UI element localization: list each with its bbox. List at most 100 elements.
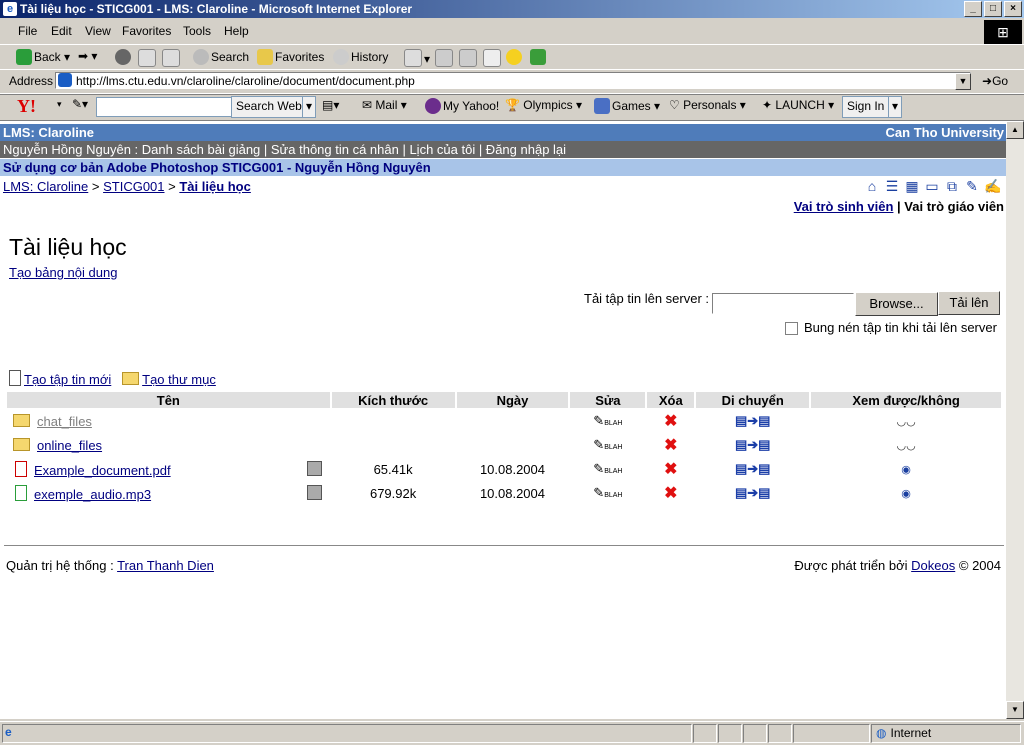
edit-icon[interactable]: ✎BLAH: [570, 458, 645, 480]
lite-icon[interactable]: [530, 49, 548, 65]
breadcrumb-home[interactable]: LMS: Claroline: [3, 179, 88, 194]
yahoo-logo-icon[interactable]: Y!: [17, 96, 36, 117]
column-header-size: Kích thước: [331, 392, 455, 408]
menu-edit[interactable]: Edit: [51, 24, 72, 38]
edit-icon[interactable]: ✎BLAH: [570, 482, 645, 504]
list-icon[interactable]: ☰: [884, 178, 900, 194]
document-name-link[interactable]: online_files: [37, 438, 102, 453]
folder-icon[interactable]: ▭: [924, 178, 940, 194]
launch-button[interactable]: ✦ LAUNCH ▾: [762, 98, 834, 112]
highlight-icon[interactable]: ✎▾: [72, 97, 88, 111]
visibility-hidden-icon[interactable]: ◡◡: [811, 410, 1001, 432]
move-icon[interactable]: ▤➔▤: [696, 482, 809, 504]
address-url: http://lms.ctu.edu.vn/claroline/clarolin…: [76, 74, 415, 88]
toc-link[interactable]: Tạo bảng nội dung: [9, 265, 117, 280]
new-file-link[interactable]: Tạo tập tin mới: [24, 372, 111, 387]
site-name[interactable]: LMS: Claroline: [3, 125, 94, 140]
document-name-link[interactable]: exemple_audio.mp3: [34, 487, 151, 502]
delete-icon[interactable]: ✖: [647, 458, 694, 480]
delete-icon[interactable]: ✖: [647, 410, 694, 432]
document-size: [332, 410, 455, 432]
breadcrumb-current[interactable]: Tài liệu học: [179, 179, 251, 194]
yahoo-search-input[interactable]: [96, 97, 232, 117]
column-header-delete: Xóa: [647, 392, 695, 408]
course-title[interactable]: Sử dụng cơ bản Adobe Photoshop STICG001 …: [3, 160, 431, 175]
calendar-icon[interactable]: ▦: [904, 178, 920, 194]
address-input[interactable]: http://lms.ctu.edu.vn/claroline/clarolin…: [55, 72, 971, 89]
vertical-scrollbar[interactable]: ▲ ▼: [1006, 121, 1024, 719]
teacher-role-label: Vai trò giáo viên: [904, 199, 1004, 214]
document-size: 65.41k: [373, 461, 413, 477]
scroll-up-button[interactable]: ▲: [1006, 121, 1024, 139]
status-cell: [793, 724, 870, 743]
discuss-icon[interactable]: [483, 49, 503, 67]
print-icon[interactable]: [435, 49, 455, 67]
sign-in-button[interactable]: Sign In: [842, 96, 890, 118]
scroll-down-button[interactable]: ▼: [1006, 701, 1024, 719]
link-icon[interactable]: ✎: [964, 178, 980, 194]
document-name-link[interactable]: Example_document.pdf: [34, 463, 171, 478]
yahoo-menu-dropdown[interactable]: ▾: [57, 99, 62, 110]
sign-in-dropdown[interactable]: ▾: [888, 96, 903, 118]
save-icon[interactable]: [307, 485, 322, 500]
delete-icon[interactable]: ✖: [647, 482, 694, 504]
home-icon[interactable]: [162, 49, 182, 67]
home-icon[interactable]: ⌂: [864, 178, 880, 194]
edit-page-icon[interactable]: [459, 49, 479, 67]
browse-button[interactable]: Browse...: [855, 292, 938, 316]
edit-icon[interactable]: ✎BLAH: [570, 410, 645, 432]
menu-view[interactable]: View: [85, 24, 111, 38]
menu-tools[interactable]: Tools: [183, 24, 211, 38]
games-button[interactable]: Games ▾: [594, 98, 660, 114]
save-icon[interactable]: [307, 461, 322, 476]
role-separator: |: [893, 199, 905, 214]
back-button[interactable]: Back ▾: [16, 49, 70, 65]
groups-icon[interactable]: ⧉: [944, 178, 960, 194]
menu-file[interactable]: File: [18, 24, 37, 38]
unzip-checkbox[interactable]: [785, 322, 798, 335]
mail-icon[interactable]: ▾: [404, 49, 430, 67]
layout-icon[interactable]: ▤▾: [322, 98, 339, 112]
visibility-visible-icon[interactable]: ◉: [811, 458, 1001, 480]
edit-icon[interactable]: ✎BLAH: [570, 434, 645, 456]
olympics-button[interactable]: 🏆 Olympics ▾: [505, 98, 582, 112]
column-header-date: Ngày: [456, 392, 569, 408]
stop-icon[interactable]: [115, 49, 133, 65]
breadcrumb-course[interactable]: STICG001: [103, 179, 164, 194]
search-web-dropdown[interactable]: ▾: [302, 96, 317, 118]
forward-button[interactable]: ➡ ▾: [78, 49, 97, 63]
document-name-link[interactable]: chat_files: [37, 414, 92, 429]
menu-favorites[interactable]: Favorites: [122, 24, 171, 38]
yahoo-mail-button[interactable]: ✉ Mail ▾: [362, 98, 407, 112]
history-button[interactable]: History: [333, 49, 388, 65]
delete-icon[interactable]: ✖: [647, 434, 694, 456]
university-name[interactable]: Can Tho University: [886, 125, 1004, 140]
search-button[interactable]: Search: [193, 49, 249, 65]
menu-help[interactable]: Help: [224, 24, 249, 38]
refresh-icon[interactable]: [138, 49, 158, 67]
favorites-button[interactable]: Favorites: [257, 49, 324, 65]
maximize-button[interactable]: □: [984, 1, 1002, 17]
user-links[interactable]: Nguyễn Hồng Nguyên : Danh sách bài giảng…: [3, 142, 566, 157]
close-button[interactable]: ×: [1004, 1, 1022, 17]
messenger-icon[interactable]: [506, 49, 524, 65]
admin-link[interactable]: Tran Thanh Dien: [117, 558, 214, 573]
visibility-hidden-icon[interactable]: ◡◡: [811, 434, 1001, 456]
move-icon[interactable]: ▤➔▤: [696, 434, 809, 456]
visibility-visible-icon[interactable]: ◉: [811, 482, 1001, 504]
go-button[interactable]: ➜Go: [982, 74, 1008, 88]
search-web-button[interactable]: Search Web: [231, 96, 307, 118]
move-icon[interactable]: ▤➔▤: [696, 458, 809, 480]
dokeos-link[interactable]: Dokeos: [911, 558, 955, 573]
minimize-button[interactable]: _: [964, 1, 982, 17]
student-role-link[interactable]: Vai trò sinh viên: [794, 199, 894, 214]
upload-submit-button[interactable]: Tải lên: [938, 291, 1000, 315]
move-icon[interactable]: ▤➔▤: [696, 410, 809, 432]
address-dropdown[interactable]: ▼: [955, 73, 971, 90]
personals-button[interactable]: ♡ Personals ▾: [669, 98, 746, 112]
upload-file-input[interactable]: [712, 293, 854, 314]
new-folder-link[interactable]: Tạo thư mục: [142, 372, 216, 387]
my-yahoo-button[interactable]: My Yahoo!: [425, 98, 499, 114]
new-file-icon: [9, 370, 21, 386]
edit-icon[interactable]: ✍: [984, 178, 1001, 194]
